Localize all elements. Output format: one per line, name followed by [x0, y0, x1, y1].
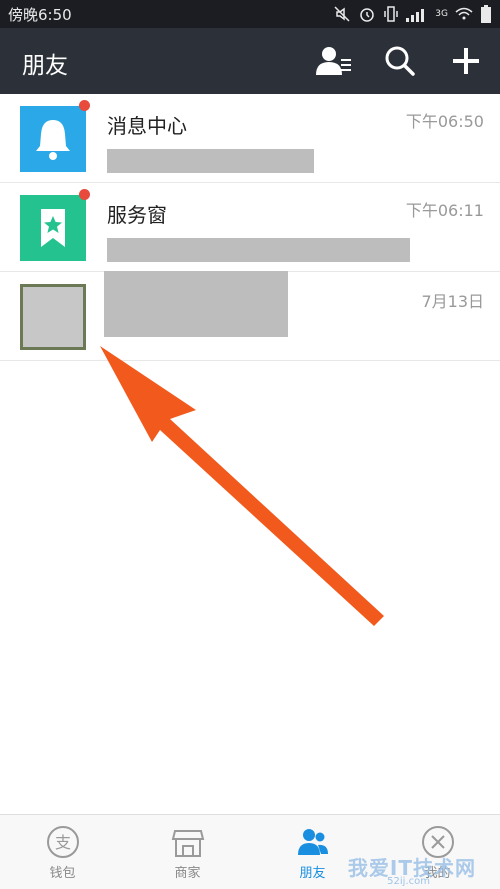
- tab-wallet[interactable]: 支 钱包: [0, 815, 125, 889]
- bottom-tab-bar: 支 钱包 商家 朋友 我的 我爱IT技术网 52ij.com: [0, 814, 500, 889]
- avatar: [20, 284, 86, 350]
- contacts-button[interactable]: [314, 41, 354, 81]
- tab-label: 钱包: [49, 866, 76, 881]
- bookmark-star-icon: [41, 209, 65, 247]
- tab-label: 朋友: [299, 866, 326, 881]
- vibrate-icon: [384, 6, 399, 22]
- conversation-time: 7月13日: [421, 292, 484, 311]
- watermark-url: 52ij.com: [387, 876, 430, 887]
- title-bar: 朋友: [0, 28, 500, 94]
- list-item-service-window[interactable]: 服务窗 下午06:11: [0, 183, 500, 272]
- status-bar: 傍晚6:50 3G: [0, 0, 500, 28]
- search-button[interactable]: [380, 41, 420, 81]
- mute-icon: [334, 6, 350, 22]
- page-title: 朋友: [22, 53, 68, 79]
- conversation-title: 消息中心: [107, 114, 187, 138]
- list-item-friend[interactable]: 7月13日: [0, 271, 500, 361]
- unread-badge: [79, 100, 90, 111]
- shop-icon: [171, 830, 204, 857]
- message-preview-redacted: [107, 149, 314, 173]
- unread-badge: [79, 189, 90, 200]
- conversation-time: 下午06:11: [405, 201, 484, 220]
- search-icon: [385, 46, 415, 76]
- conversation-title: 服务窗: [107, 203, 167, 227]
- plus-icon: [453, 48, 479, 74]
- tab-label: 商家: [174, 866, 201, 881]
- alarm-icon: [360, 8, 375, 22]
- conversation-time: 下午06:50: [405, 112, 484, 131]
- contacts-icon: [316, 47, 351, 75]
- status-time: 傍晚6:50: [8, 6, 72, 24]
- message-preview-redacted: [107, 238, 410, 262]
- network-type: 3G: [435, 9, 448, 19]
- tab-merchant[interactable]: 商家: [125, 815, 250, 889]
- status-icons: 3G: [333, 4, 492, 24]
- signal-icon: [406, 9, 425, 22]
- conversation-list: 消息中心 下午06:50 服务窗 下午06:11 7月13日: [0, 94, 500, 361]
- friends-icon: [297, 829, 328, 855]
- avatar: [20, 195, 86, 261]
- svg-text:支: 支: [54, 833, 70, 852]
- alipay-icon: 支: [46, 826, 79, 858]
- bell-icon: [36, 120, 70, 160]
- wifi-icon: [455, 7, 473, 20]
- add-button[interactable]: [446, 41, 486, 81]
- contact-name-redacted: [104, 271, 288, 337]
- battery-icon: [481, 5, 491, 23]
- list-item-message-center[interactable]: 消息中心 下午06:50: [0, 94, 500, 183]
- avatar: [20, 106, 86, 172]
